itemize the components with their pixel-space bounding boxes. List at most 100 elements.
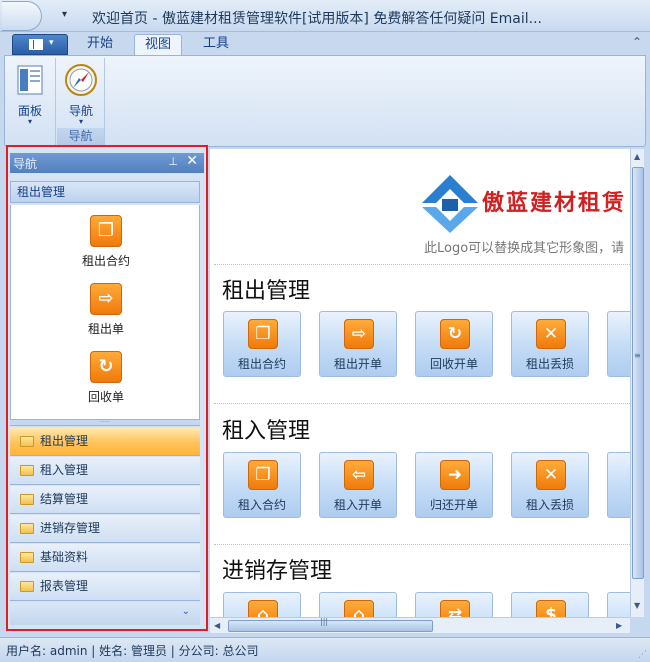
tab-view[interactable]: 视图	[134, 34, 182, 56]
scroll-down-icon[interactable]: ▼	[634, 601, 640, 610]
transfer-icon: ⇄	[440, 600, 470, 617]
navigation-button[interactable]: 导航 ▾	[58, 60, 104, 130]
tile-label: 租入合约	[237, 498, 286, 512]
folder-icon	[20, 552, 34, 563]
nav-button-settlement[interactable]: 结算管理	[10, 486, 200, 514]
compass-icon	[65, 64, 97, 96]
export-doc-icon: ⇨	[344, 319, 374, 349]
tile-inventory-more[interactable]: ❐	[607, 592, 630, 617]
section-title-inventory: 进销存管理	[222, 559, 333, 584]
tile-label: 租出开单	[333, 357, 382, 371]
resize-grip-icon[interactable]: ⋰	[638, 650, 647, 660]
navigation-pane: 导航 ⊥ ✕ 租出管理 ❐ 租出合约 ⇨ 租出单 ↻ 回收单 ▼ ····· 租…	[6, 145, 208, 631]
company-logo	[422, 175, 478, 233]
tab-tools[interactable]: 工具	[192, 34, 240, 56]
tile-rent-out-contract[interactable]: ❐ 租出合约	[223, 311, 301, 377]
nav-item-list: ❐ 租出合约 ⇨ 租出单 ↻ 回收单 ▼	[10, 205, 200, 419]
return-icon: ➜	[440, 460, 470, 490]
status-bar: 用户名: admin | 姓名: 管理员 | 分公司: 总公司 ⋰	[0, 637, 650, 662]
horizontal-scroll-thumb[interactable]	[228, 620, 433, 632]
tile-label: 租入丢损	[525, 498, 574, 512]
tile-warehouse-out[interactable]: ⌂	[319, 592, 397, 617]
quick-access-dropdown-icon[interactable]: ▾	[62, 9, 67, 20]
tile-label: 租	[608, 355, 630, 372]
nav-button-rent-in[interactable]: 租入管理	[10, 457, 200, 485]
tile-rent-in-loss[interactable]: ✕ 租入丢损	[511, 452, 589, 518]
chevron-down-icon: ▾	[78, 117, 83, 126]
tile-label: 租出丢损	[525, 357, 574, 371]
ribbon-panel: 面板 ▾ 导航 ▾ 导航	[4, 55, 646, 147]
ribbon-group-caption: 导航	[57, 128, 104, 145]
nav-button-rent-out[interactable]: 租出管理	[10, 428, 200, 456]
nav-pane-header: 导航 ⊥ ✕	[10, 153, 204, 173]
title-bar: ▾ 欢迎首页 - 傲蓝建材租赁管理软件[试用版本] 免费解答任何疑问 Email…	[0, 0, 650, 32]
contract-icon: ❐	[90, 215, 122, 247]
app-menu-icon	[29, 39, 43, 50]
import-doc-icon: ⇦	[344, 460, 374, 490]
export-doc-icon: ⇨	[90, 283, 122, 315]
invoice-icon: $	[536, 600, 566, 617]
tile-return-order[interactable]: ➜ 归还开单	[415, 452, 493, 518]
tile-rent-out-more[interactable]: ❐租	[607, 311, 630, 377]
nav-item-label: 租出单	[87, 322, 124, 336]
tile-rent-out-order[interactable]: ⇨ 租出开单	[319, 311, 397, 377]
folder-icon	[20, 465, 34, 476]
nav-item-label: 租出合约	[81, 254, 130, 268]
nav-group-title: 租出管理	[10, 181, 200, 203]
ribbon-collapse-icon[interactable]: ⌃	[632, 35, 642, 49]
chevron-down-icon: ▾	[27, 117, 32, 126]
close-icon[interactable]: ✕	[186, 153, 198, 169]
tile-rent-in-order[interactable]: ⇦ 租入开单	[319, 452, 397, 518]
tile-transfer[interactable]: ⇄	[415, 592, 493, 617]
status-text: 用户名: admin | 姓名: 管理员 | 分公司: 总公司	[6, 644, 259, 658]
panel-button[interactable]: 面板 ▾	[7, 60, 53, 130]
panel-icon	[17, 65, 43, 95]
tile-label: 回收开单	[429, 357, 478, 371]
nav-button-basic-data[interactable]: 基础资料	[10, 544, 200, 572]
window-title: 欢迎首页 - 傲蓝建材租赁管理软件[试用版本] 免费解答任何疑问 Email..…	[92, 11, 542, 27]
tile-rent-out-loss[interactable]: ✕ 租出丢损	[511, 311, 589, 377]
ribbon-group-navigation: 导航 ▾ 导航	[57, 58, 105, 146]
tile-label: 租入开单	[333, 498, 382, 512]
application-menu-button[interactable]: ▾	[12, 34, 68, 55]
pin-icon[interactable]: ⊥	[168, 155, 178, 168]
nav-pane-footer: ⌄	[10, 603, 200, 625]
contract-icon: ❐	[248, 319, 278, 349]
tile-rent-in-contract[interactable]: ❐ 租入合约	[223, 452, 301, 518]
scroll-grip-icon: ≡	[634, 351, 641, 360]
nav-item-rent-out-contract[interactable]: ❐ 租出合约	[11, 215, 199, 275]
scroll-left-icon[interactable]: ◀	[214, 621, 220, 630]
nav-splitter[interactable]: ·····	[10, 419, 200, 426]
section-title-rent-out: 租出管理	[222, 279, 311, 304]
folder-icon	[20, 436, 34, 447]
refresh-icon: ↻	[440, 319, 470, 349]
nav-item-label: 回收单	[87, 390, 124, 404]
chevron-down-icon[interactable]: ⌄	[182, 606, 190, 617]
tile-rent-in-more[interactable]: ❐租	[607, 452, 630, 518]
nav-button-inventory[interactable]: 进销存管理	[10, 515, 200, 543]
nav-button-reports[interactable]: 报表管理	[10, 573, 200, 601]
tile-recovery-order[interactable]: ↻ 回收开单	[415, 311, 493, 377]
quick-access-orb[interactable]	[2, 1, 42, 31]
tile-invoice[interactable]: $	[511, 592, 589, 617]
tile-warehouse-in[interactable]: ⌂	[223, 592, 301, 617]
scroll-up-icon[interactable]: ▲	[634, 152, 640, 161]
folder-icon	[20, 581, 34, 592]
tab-start[interactable]: 开始	[76, 34, 124, 56]
ribbon-group-panel: 面板 ▾	[5, 58, 56, 146]
vertical-scroll-thumb[interactable]	[632, 167, 644, 579]
nav-item-recovery-order[interactable]: ↻ 回收单	[11, 351, 199, 411]
scroll-right-icon[interactable]: ▶	[616, 621, 622, 630]
divider	[214, 403, 630, 404]
logo-text: 傲蓝建材租赁	[482, 191, 627, 216]
vertical-scrollbar[interactable]: ▲ ≡ ▼	[630, 149, 644, 617]
nav-item-rent-out-order[interactable]: ⇨ 租出单	[11, 283, 199, 343]
folder-icon	[20, 523, 34, 534]
horizontal-scrollbar[interactable]: ◀ ||| ▶	[210, 617, 630, 633]
logo-subtitle: 此Logo可以替换成其它形象图，请	[424, 241, 625, 256]
contract-icon: ❐	[248, 460, 278, 490]
loss-icon: ✕	[536, 460, 566, 490]
section-title-rent-in: 租入管理	[222, 419, 311, 444]
main-content: 傲蓝建材租赁 此Logo可以替换成其它形象图，请 租出管理 ❐ 租出合约 ⇨ 租出开…	[210, 149, 630, 617]
tile-label: 归还开单	[429, 498, 478, 512]
